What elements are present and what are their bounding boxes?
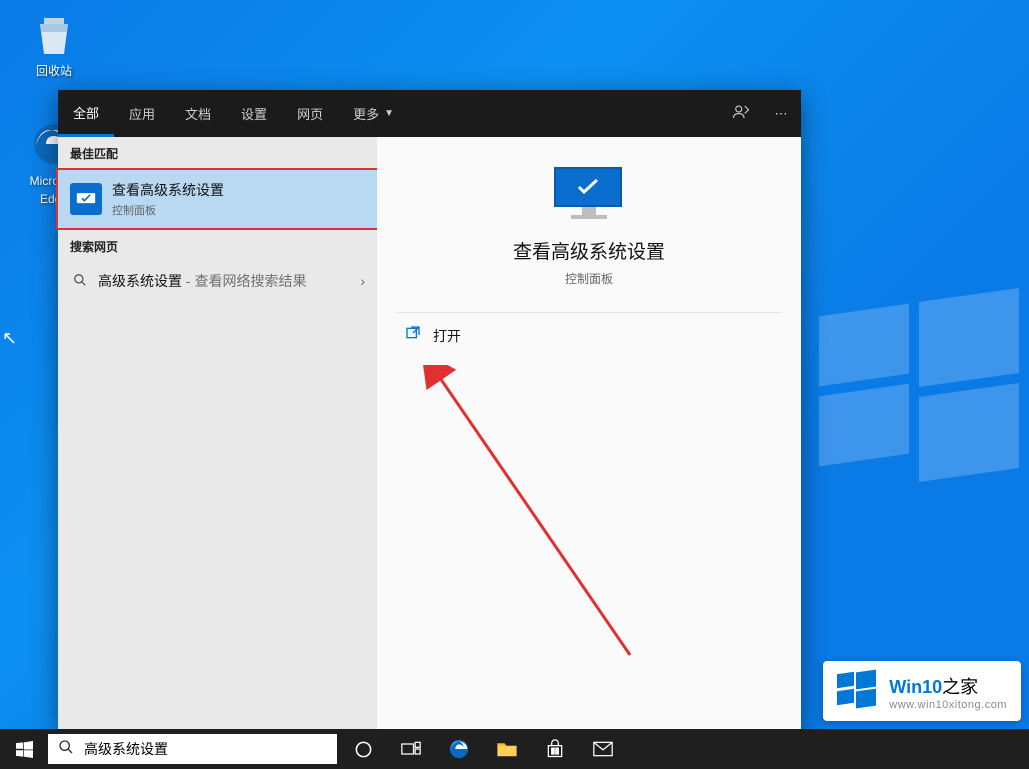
result-title: 查看高级系统设置 (112, 180, 224, 200)
search-icon (70, 273, 90, 290)
recycle-bin-icon (30, 10, 78, 58)
monitor-checkmark-icon (554, 167, 624, 222)
taskbar (0, 729, 1029, 769)
tab-web[interactable]: 网页 (282, 90, 338, 137)
search-results-list: 最佳匹配 查看高级系统设置 控制面板 搜索网页 高级系统设置 - 查看网络搜索 (58, 137, 377, 730)
open-icon (405, 325, 421, 346)
detail-subtitle: 控制面板 (417, 270, 761, 287)
detail-title: 查看高级系统设置 (417, 237, 761, 264)
search-tabs-bar: 全部 应用 文档 设置 网页 更多▼ ⋯ (58, 90, 801, 137)
tab-settings[interactable]: 设置 (226, 90, 282, 137)
taskbar-edge[interactable] (435, 729, 483, 769)
desktop: 回收站 Microsoft Edge ↖ 全部 应用 文档 设置 网页 更多▼ … (0, 0, 1029, 769)
wallpaper-windows-glyph (819, 280, 1019, 480)
more-options-icon[interactable]: ⋯ (761, 106, 801, 122)
monitor-checkmark-icon (70, 183, 102, 215)
feedback-icon[interactable] (721, 103, 761, 124)
chevron-down-icon: ▼ (384, 108, 394, 119)
taskbar-mail[interactable] (579, 729, 627, 769)
search-panel: 全部 应用 文档 设置 网页 更多▼ ⋯ 最佳匹配 查看高级系统设置 (58, 90, 801, 730)
result-web-search[interactable]: 高级系统设置 - 查看网络搜索结果 › (58, 261, 377, 301)
tab-all[interactable]: 全部 (58, 90, 114, 137)
watermark: Win10之家 www.win10xitong.com (823, 661, 1021, 721)
taskbar-search[interactable] (48, 734, 337, 764)
taskbar-taskview[interactable] (387, 729, 435, 769)
chevron-right-icon: › (360, 273, 365, 289)
section-best-match: 最佳匹配 (58, 137, 377, 168)
desktop-icon-label: 回收站 (36, 64, 72, 78)
windows-icon (16, 741, 33, 758)
tab-apps[interactable]: 应用 (114, 90, 170, 137)
section-web-search: 搜索网页 (58, 230, 377, 261)
taskbar-search-input[interactable] (84, 734, 337, 764)
result-best-match[interactable]: 查看高级系统设置 控制面板 (56, 168, 379, 230)
web-result-text: 高级系统设置 - 查看网络搜索结果 (98, 271, 306, 291)
taskbar-file-explorer[interactable] (483, 729, 531, 769)
watermark-url: www.win10xitong.com (889, 699, 1007, 711)
start-button[interactable] (0, 729, 48, 769)
watermark-brand: Win10之家 (889, 673, 1007, 699)
search-icon (48, 739, 84, 759)
taskbar-cortana[interactable] (339, 729, 387, 769)
desktop-icon-recycle-bin[interactable]: 回收站 (20, 10, 88, 80)
watermark-logo-icon (837, 671, 879, 713)
result-subtitle: 控制面板 (112, 202, 224, 218)
taskbar-store[interactable] (531, 729, 579, 769)
search-detail-pane: 查看高级系统设置 控制面板 打开 (377, 137, 801, 730)
tab-documents[interactable]: 文档 (170, 90, 226, 137)
action-open[interactable]: 打开 (377, 313, 801, 358)
tab-more[interactable]: 更多▼ (338, 90, 409, 137)
action-label: 打开 (433, 326, 461, 346)
cursor-icon: ↖ (2, 328, 17, 349)
